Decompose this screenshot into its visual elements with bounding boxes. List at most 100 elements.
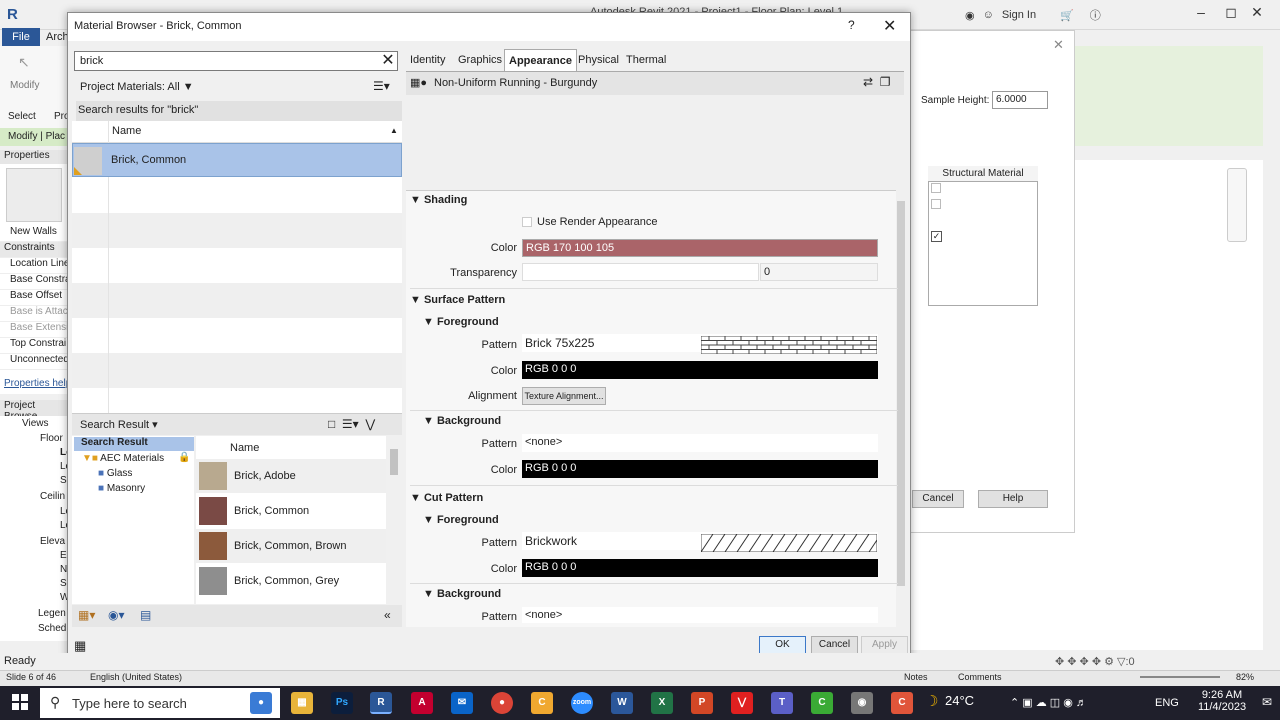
prop-row[interactable]: Base is Attac <box>0 306 70 322</box>
tree-node-aec[interactable]: ▼■ AEC Materials <box>82 453 164 464</box>
weather-icon[interactable]: ☽ <box>925 692 938 710</box>
tree-node-glass[interactable]: ■ Glass <box>98 468 132 479</box>
create-material-icon[interactable]: ◉▾ <box>108 608 125 622</box>
pb-node[interactable]: Ceilin <box>40 491 65 502</box>
minimize-icon[interactable]: – <box>1190 4 1212 24</box>
transparency-value[interactable]: 0 <box>760 263 878 281</box>
prop-group[interactable]: Constraints <box>0 242 70 258</box>
shading-section[interactable]: ▼ Shading <box>410 194 467 206</box>
library-item[interactable]: Brick, Common, Grey <box>196 564 386 598</box>
cut-foreground-section[interactable]: ▼ Foreground <box>423 514 499 526</box>
surface-bg-color-field[interactable]: RGB 0 0 0 <box>522 460 878 478</box>
use-render-appearance-checkbox[interactable] <box>522 217 532 227</box>
copilot-icon[interactable]: ● <box>250 692 272 714</box>
filter-icon[interactable]: ▼ <box>183 81 194 93</box>
app-c-icon[interactable]: C <box>531 692 553 714</box>
search-input[interactable]: brick <box>74 51 398 71</box>
binoculars-icon[interactable]: ◉ <box>965 9 975 22</box>
pb-node[interactable]: Legen <box>38 608 66 619</box>
library-item[interactable]: Brick, Adobe <box>196 459 386 493</box>
cursor-icon[interactable]: ↖ <box>18 54 30 71</box>
type-preview[interactable] <box>6 168 62 222</box>
language-indicator[interactable]: English (United States) <box>90 672 182 682</box>
maximize-icon[interactable]: ◻ <box>1220 4 1242 24</box>
library-view-icons[interactable]: □ ☰▾ ⋁ <box>328 417 375 431</box>
tab-graphics[interactable]: Graphics <box>454 49 506 71</box>
help-icon[interactable]: ⓘ <box>1090 7 1101 23</box>
revit-taskbar-icon[interactable]: R <box>370 692 392 714</box>
prop-row[interactable]: Top Constrai <box>0 338 70 354</box>
notification-icon[interactable]: ✉ <box>1262 695 1272 709</box>
context-tab-modify-place[interactable]: Modify | Plac <box>0 128 70 146</box>
prop-row[interactable]: New Walls <box>0 226 70 242</box>
file-tab[interactable]: File <box>2 28 40 46</box>
canvas-scrollbar[interactable] <box>1265 110 1280 650</box>
teams-icon[interactable]: T <box>771 692 793 714</box>
pb-node[interactable]: Floor <box>40 433 63 444</box>
word-icon[interactable]: W <box>611 692 633 714</box>
sort-ascending-icon[interactable]: ▲ <box>390 126 398 135</box>
sign-in-area[interactable]: ◉ ☺ Sign In 🛒 ⓘ <box>965 7 1101 23</box>
acrobat-icon[interactable]: ⋁ <box>731 692 753 714</box>
material-name[interactable]: Brick, Common <box>111 154 186 166</box>
chrome-icon[interactable]: ● <box>491 692 513 714</box>
prop-row[interactable]: Base Offset <box>0 290 70 306</box>
library-dropdown[interactable]: Search Result ▾ <box>80 418 158 431</box>
library-scroll-thumb[interactable] <box>390 449 398 475</box>
library-manage-icon[interactable]: ▦▾ <box>78 608 95 622</box>
collapse-panel-icon[interactable]: « <box>384 608 391 622</box>
app-red-icon[interactable]: C <box>891 692 913 714</box>
surface-fg-color-field[interactable]: RGB 0 0 0 <box>522 361 878 379</box>
bg-dialog-close-icon[interactable]: ✕ <box>1053 37 1064 53</box>
tab-identity[interactable]: Identity <box>406 49 449 71</box>
status-tools-icons[interactable]: ✥ ✥ ✥ ✥ ⚙ ▽:0 <box>1055 655 1135 668</box>
cut-background-section[interactable]: ▼ Background <box>423 588 501 600</box>
structural-checkbox[interactable] <box>931 199 941 209</box>
project-materials-filter[interactable]: Project Materials: All ▼ <box>80 81 194 93</box>
cut-fg-color-field[interactable]: RGB 0 0 0 <box>522 559 878 577</box>
comments-button[interactable]: Comments <box>958 672 1002 682</box>
file-explorer-icon[interactable]: ▦ <box>291 692 313 714</box>
input-language[interactable]: ENG <box>1155 697 1179 709</box>
pb-node[interactable]: Views <box>22 418 49 429</box>
cut-bg-pattern-field[interactable]: <none> <box>522 607 878 623</box>
zoom-level[interactable]: 82% <box>1236 672 1254 682</box>
photoshop-icon[interactable]: Ps <box>331 692 353 714</box>
texture-alignment-button[interactable]: Texture Alignment... <box>522 387 606 405</box>
mail-icon[interactable]: ✉ <box>451 692 473 714</box>
prop-row[interactable]: Unconnected <box>0 354 70 370</box>
sign-in-link[interactable]: Sign In <box>1002 9 1036 21</box>
dialog-help-icon[interactable]: ? <box>848 18 855 32</box>
sample-height-input[interactable]: 6.0000 <box>992 91 1048 109</box>
surface-pattern-section[interactable]: ▼ Surface Pattern <box>410 294 505 306</box>
replace-asset-icon[interactable]: ⇄ ❐ <box>863 75 890 89</box>
excel-icon[interactable]: X <box>651 692 673 714</box>
cart-icon[interactable]: 🛒 <box>1060 9 1074 22</box>
windows-start-icon[interactable] <box>12 694 28 710</box>
clear-search-icon[interactable]: ✕ <box>378 51 398 71</box>
apply-button[interactable]: Apply <box>861 636 908 654</box>
tree-node-masonry[interactable]: ■ Masonry <box>98 483 145 494</box>
navigation-bar[interactable] <box>1227 168 1247 242</box>
properties-help-link[interactable]: Properties help <box>4 378 70 389</box>
pb-node[interactable]: Eleva <box>40 536 65 547</box>
cancel-button[interactable]: Cancel <box>811 636 858 654</box>
dialog-close-icon[interactable]: ✕ <box>883 16 896 36</box>
properties-scroll-thumb[interactable] <box>897 201 905 586</box>
library-item[interactable]: Brick, Common, Brown <box>196 529 386 563</box>
modify-button[interactable]: Modify <box>10 80 39 91</box>
tree-node-search-result[interactable]: Search Result <box>74 437 194 451</box>
zoom-icon[interactable]: zoom <box>571 692 593 714</box>
structural-checkbox-checked[interactable]: ✓ <box>931 231 942 242</box>
bg-help-button[interactable]: Help <box>978 490 1048 508</box>
tab-appearance[interactable]: Appearance <box>504 49 577 71</box>
app-green-icon[interactable]: C <box>811 692 833 714</box>
prop-row[interactable]: Base Extensio <box>0 322 70 338</box>
surface-foreground-section[interactable]: ▼ Foreground <box>423 316 499 328</box>
tab-architecture[interactable]: Arch <box>46 28 69 46</box>
weather-temp[interactable]: 24°C <box>945 693 974 708</box>
ok-button[interactable]: OK <box>759 636 806 654</box>
transparency-slider[interactable] <box>522 263 759 281</box>
cut-pattern-section[interactable]: ▼ Cut Pattern <box>410 492 483 504</box>
revit-logo-icon[interactable]: R <box>7 6 18 23</box>
